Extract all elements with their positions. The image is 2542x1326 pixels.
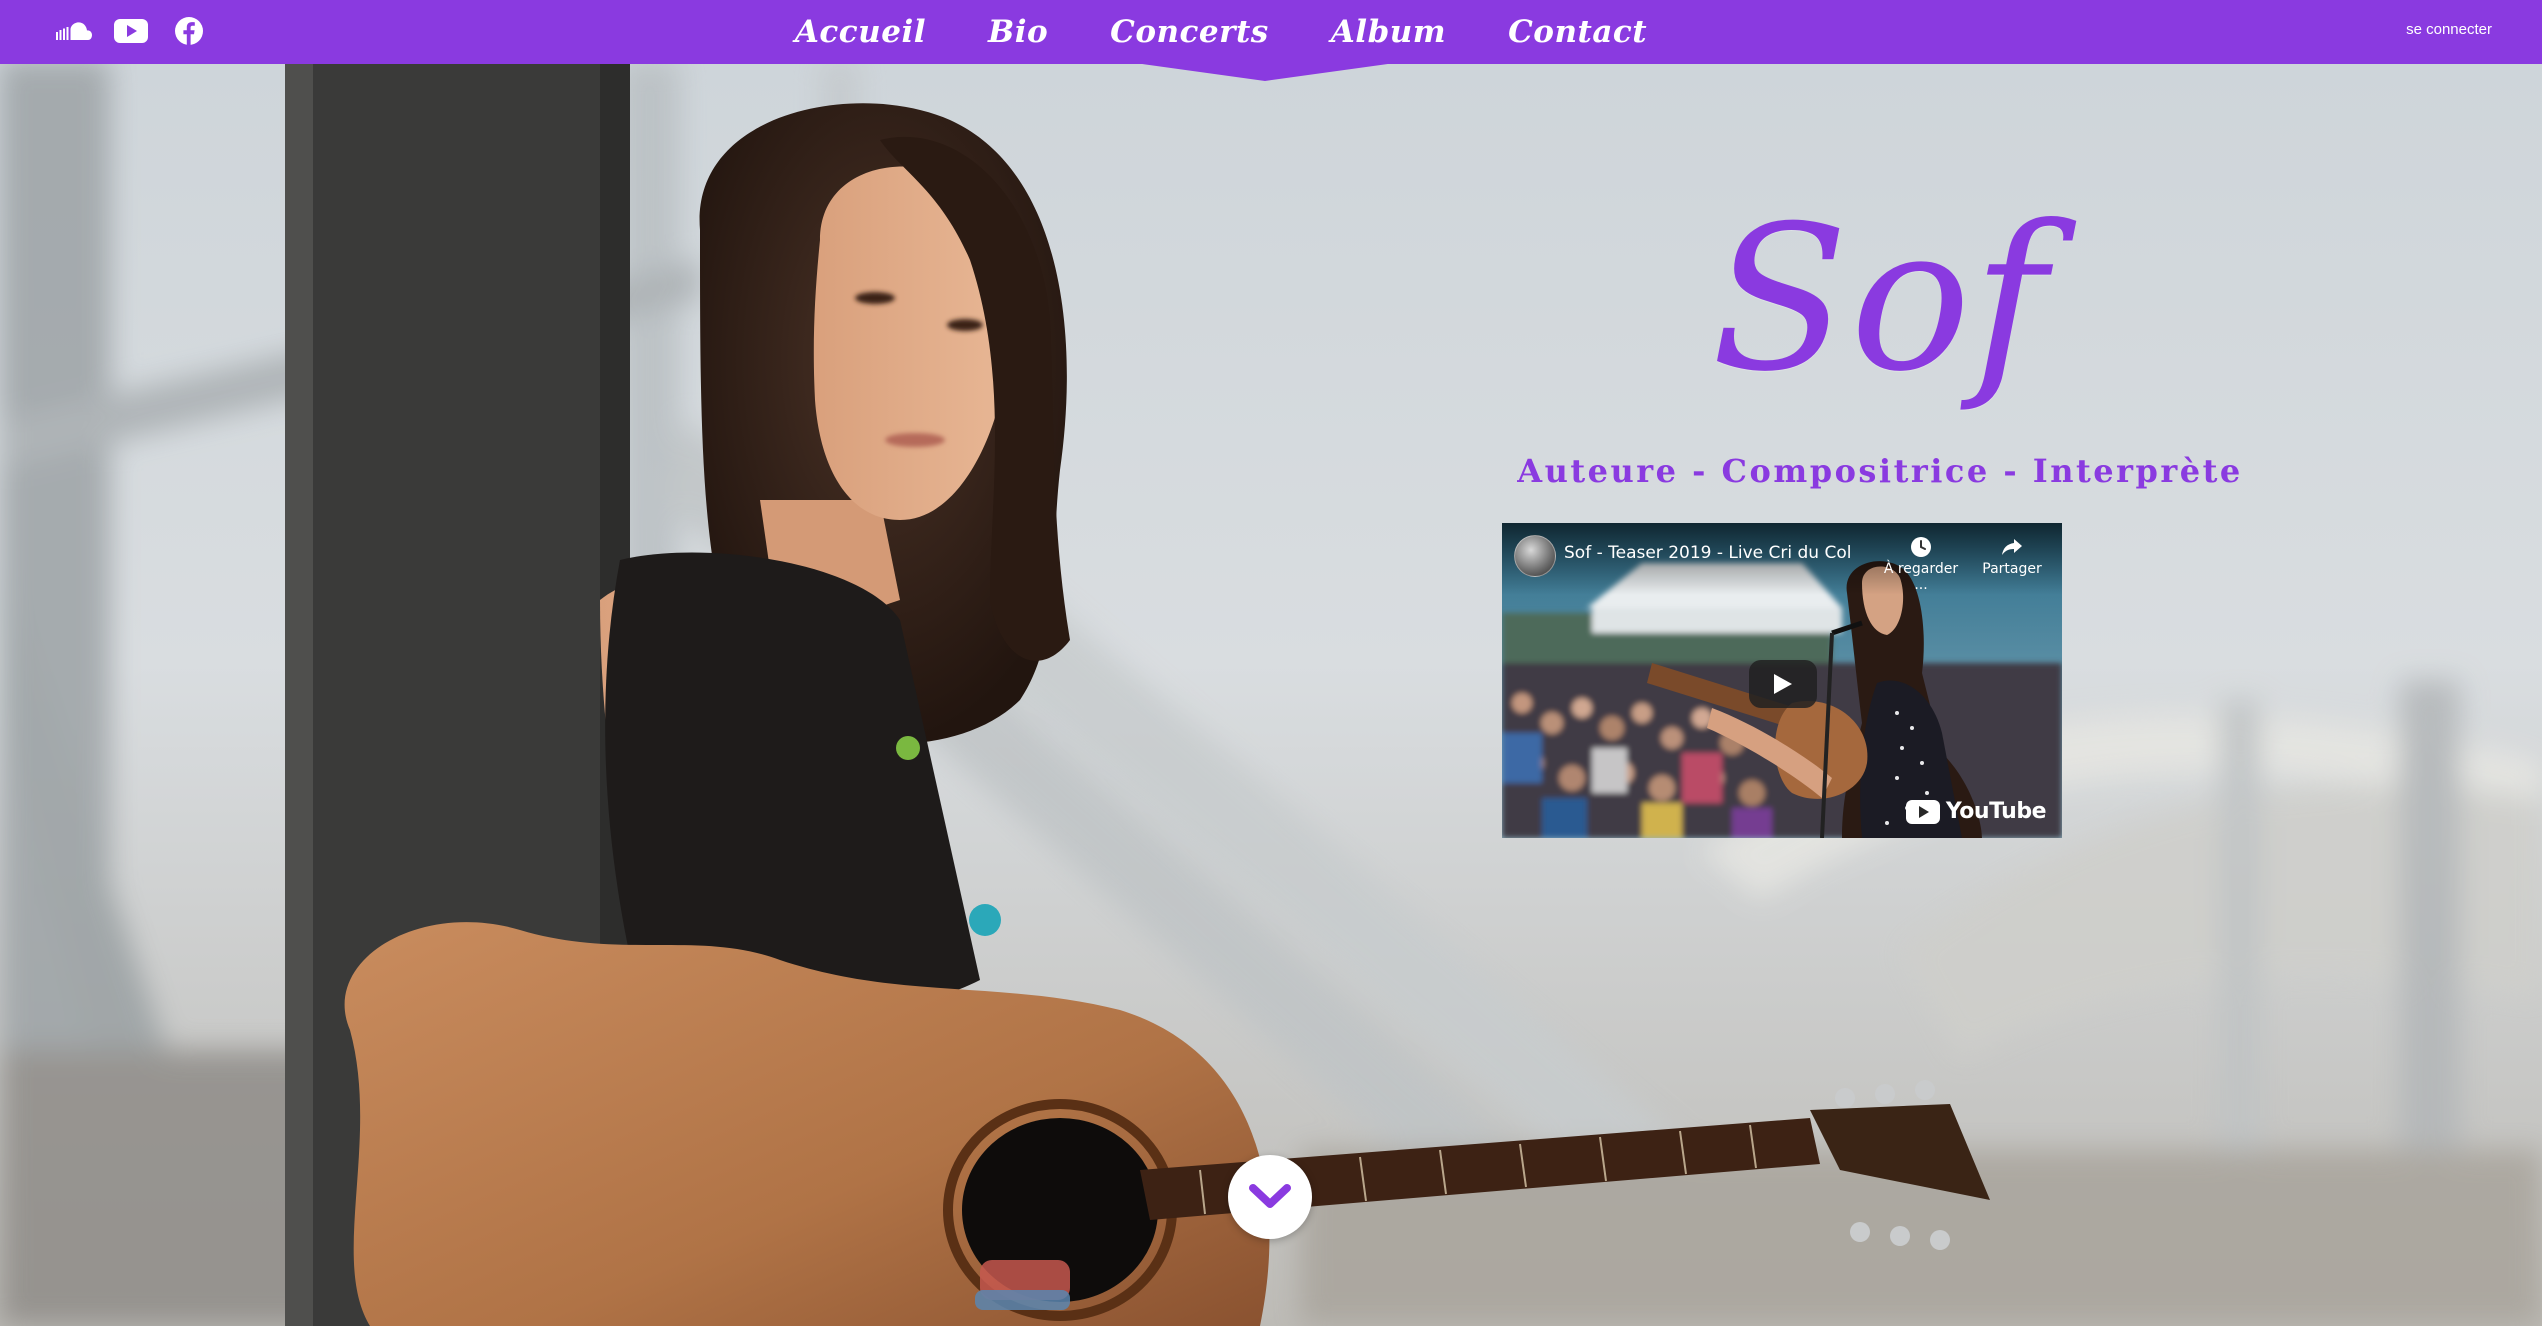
social-links <box>54 14 208 48</box>
share-button[interactable]: Partager <box>1967 535 2057 577</box>
share-label: Partager <box>1982 561 2042 577</box>
facebook-icon <box>175 17 203 45</box>
page: Accueil Bio Concerts Album Contact se co… <box>0 0 2542 1326</box>
hero-background-photo <box>0 0 2542 1326</box>
nav-concerts[interactable]: Concerts <box>1110 14 1269 50</box>
facebook-link[interactable] <box>170 14 208 48</box>
video-title[interactable]: Sof - Teaser 2019 - Live Cri du Col <box>1564 543 1851 563</box>
play-icon <box>1774 674 1792 694</box>
watch-later-button[interactable]: À regarder ... <box>1876 535 1966 593</box>
main-nav: Accueil Bio Concerts Album Contact <box>0 0 2542 64</box>
chevron-down-icon <box>1249 1184 1291 1208</box>
share-icon <box>2002 539 2022 555</box>
video-play-button[interactable] <box>1749 660 1817 708</box>
youtube-logo-icon <box>1905 799 1940 824</box>
youtube-watermark[interactable]: YouTube <box>1905 799 2047 824</box>
artist-name-title: Sof <box>1711 183 2049 416</box>
nav-active-indicator <box>1135 63 1395 81</box>
youtube-link[interactable] <box>112 14 150 48</box>
embedded-video-player[interactable]: Sof - Teaser 2019 - Live Cri du Col À re… <box>1502 523 2062 838</box>
artist-tagline: Auteure - Compositrice - Interprète <box>1517 452 2243 490</box>
login-link[interactable]: se connecter <box>2406 21 2492 38</box>
soundcloud-link[interactable] <box>54 14 92 48</box>
watch-later-label: À regarder ... <box>1883 561 1959 593</box>
nav-contact[interactable]: Contact <box>1508 14 1647 50</box>
scroll-down-button[interactable] <box>1228 1155 1312 1239</box>
soundcloud-icon <box>56 22 92 40</box>
clock-icon <box>1911 537 1931 557</box>
nav-bio[interactable]: Bio <box>988 14 1048 50</box>
nav-accueil[interactable]: Accueil <box>795 14 926 50</box>
nav-album[interactable]: Album <box>1331 14 1446 50</box>
channel-avatar[interactable] <box>1514 535 1556 577</box>
youtube-icon <box>114 19 148 43</box>
youtube-wordmark: YouTube <box>1945 799 2047 824</box>
top-navigation-bar: Accueil Bio Concerts Album Contact se co… <box>0 0 2542 64</box>
